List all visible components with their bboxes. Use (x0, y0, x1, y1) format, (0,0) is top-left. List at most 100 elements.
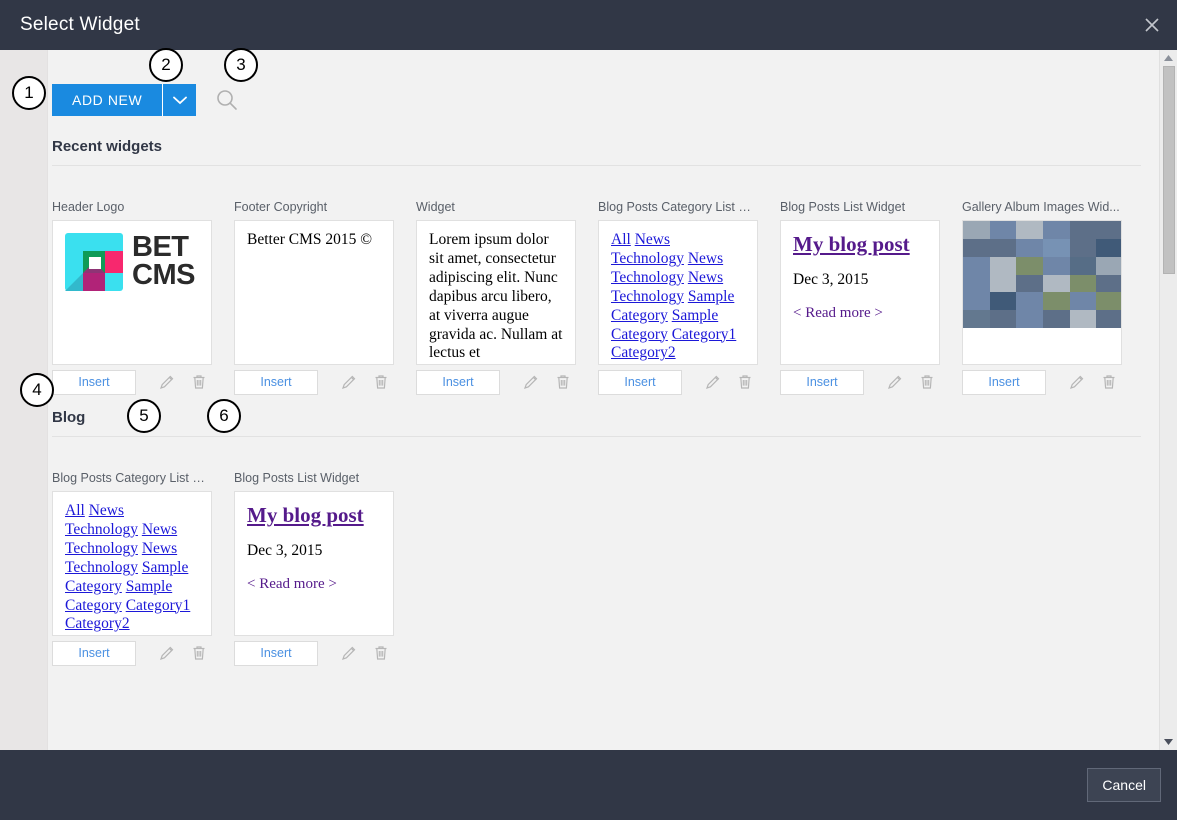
blogpost-title-link[interactable]: My blog post (247, 502, 381, 529)
insert-button[interactable]: Insert (416, 370, 500, 395)
widget-card-title: Widget (416, 200, 576, 214)
widget-preview[interactable] (962, 220, 1122, 365)
widget-browser: ADD NEW R (48, 50, 1159, 750)
category-link[interactable]: Category1 (126, 597, 191, 614)
category-link[interactable]: Category2 (65, 615, 130, 632)
category-link-list: All News Technology News Technology News… (53, 492, 211, 636)
logo-preview: BETCMS (53, 221, 211, 291)
insert-button[interactable]: Insert (962, 370, 1046, 395)
pencil-icon[interactable] (154, 369, 180, 395)
category-link[interactable]: All (65, 502, 85, 519)
gallery-thumb (1016, 310, 1043, 328)
insert-button[interactable]: Insert (598, 370, 682, 395)
gallery-thumb (1070, 221, 1097, 239)
logo-text-line2: CMS (132, 259, 195, 291)
dialog-footer: Cancel (0, 750, 1177, 820)
callout-badge: 6 (207, 399, 241, 433)
scrollbar-thumb[interactable] (1163, 66, 1175, 274)
gallery-thumb (1043, 239, 1070, 257)
blogpost-title-link[interactable]: My blog post (793, 231, 927, 258)
close-icon[interactable] (1139, 12, 1165, 38)
callout-badge: 4 (20, 373, 54, 407)
trash-icon[interactable] (732, 369, 758, 395)
widget-card-actions: Insert (780, 369, 940, 395)
pencil-icon[interactable] (1064, 369, 1090, 395)
insert-button[interactable]: Insert (780, 370, 864, 395)
widget-card: Footer Copyright Better CMS 2015 © Insert (234, 200, 394, 395)
blogpost-read-more-link[interactable]: < Read more > (793, 304, 927, 322)
insert-button[interactable]: Insert (234, 370, 318, 395)
widget-preview[interactable]: All News Technology News Technology News… (598, 220, 758, 365)
scroll-up-arrow[interactable] (1164, 50, 1173, 66)
widget-card-title: Blog Posts List Widget (780, 200, 940, 214)
gallery-thumb (1016, 275, 1043, 293)
category-link[interactable]: Category2 (611, 344, 676, 361)
pencil-icon[interactable] (336, 369, 362, 395)
gallery-thumb (1096, 221, 1122, 239)
widget-card-title: Blog Posts Category List Wi... (598, 200, 758, 214)
insert-button[interactable]: Insert (234, 641, 318, 666)
cancel-button[interactable]: Cancel (1087, 768, 1161, 802)
widget-preview[interactable]: All News Technology News Technology News… (52, 491, 212, 636)
trash-icon[interactable] (550, 369, 576, 395)
gallery-thumb (1043, 221, 1070, 239)
trash-icon[interactable] (368, 369, 394, 395)
pencil-icon[interactable] (882, 369, 908, 395)
widget-preview[interactable]: BETCMS (52, 220, 212, 365)
widget-preview[interactable]: Lorem ipsum dolor sit amet, consectetur … (416, 220, 576, 365)
trash-icon[interactable] (368, 640, 394, 666)
blogpost-preview: My blog post Dec 3, 2015 < Read more > (235, 492, 393, 603)
pencil-icon[interactable] (336, 640, 362, 666)
pencil-icon[interactable] (700, 369, 726, 395)
add-new-dropdown-button[interactable] (162, 84, 196, 116)
pencil-icon[interactable] (518, 369, 544, 395)
callout-badge: 1 (12, 76, 46, 110)
gallery-thumb (963, 310, 990, 328)
trash-icon[interactable] (186, 369, 212, 395)
gallery-thumb (990, 257, 1017, 275)
scrollbar-track[interactable] (1162, 66, 1175, 734)
gallery-thumb (1016, 292, 1043, 310)
widget-preview[interactable]: My blog postDec 3, 2015< Read more > (780, 220, 940, 365)
scroll-down-arrow[interactable] (1164, 734, 1173, 750)
widget-card-actions: Insert (52, 369, 212, 395)
vertical-scrollbar[interactable] (1159, 50, 1177, 750)
search-icon[interactable] (214, 87, 240, 113)
blogpost-preview: My blog postDec 3, 2015< Read more > (781, 221, 939, 332)
trash-icon[interactable] (914, 369, 940, 395)
widget-card-title: Blog Posts List Widget (234, 471, 394, 485)
blogpost-date: Dec 3, 2015 (247, 542, 381, 561)
gallery-thumb (990, 275, 1017, 293)
gallery-thumb (1016, 239, 1043, 257)
widget-card-actions: Insert (234, 640, 394, 666)
gallery-thumb (990, 310, 1017, 328)
trash-icon[interactable] (186, 640, 212, 666)
text-preview: Better CMS 2015 © (235, 221, 393, 260)
insert-button[interactable]: Insert (52, 370, 136, 395)
gallery-thumb (990, 292, 1017, 310)
text-preview: Lorem ipsum dolor sit amet, consectetur … (417, 221, 575, 365)
gallery-thumb (990, 239, 1017, 257)
widget-card-actions: Insert (416, 369, 576, 395)
insert-button[interactable]: Insert (52, 641, 136, 666)
widget-card: Blog Posts Category List Wi... All News T… (598, 200, 758, 395)
toolbar: ADD NEW (48, 50, 1159, 124)
widget-card-actions: Insert (962, 369, 1122, 395)
widget-preview[interactable]: My blog post Dec 3, 2015 < Read more > (234, 491, 394, 636)
gallery-thumb (1043, 275, 1070, 293)
gallery-thumb (1096, 239, 1122, 257)
category-link[interactable]: Category1 (672, 326, 737, 343)
gallery-thumbnail-grid (963, 221, 1122, 328)
widget-preview[interactable]: Better CMS 2015 © (234, 220, 394, 365)
pencil-icon[interactable] (154, 640, 180, 666)
section-title: Recent widgets (52, 138, 1159, 155)
widget-card-title: Gallery Album Images Wid... (962, 200, 1122, 214)
gallery-thumb (1070, 257, 1097, 275)
blogpost-read-more-link[interactable]: < Read more > (247, 575, 381, 593)
widget-card-title: Footer Copyright (234, 200, 394, 214)
add-new-button[interactable]: ADD NEW (52, 84, 162, 116)
category-link[interactable]: All (611, 231, 631, 248)
gallery-thumb (990, 221, 1017, 239)
widget-card-list: Blog Posts Category List Wi...All News T… (52, 437, 1159, 666)
trash-icon[interactable] (1096, 369, 1122, 395)
